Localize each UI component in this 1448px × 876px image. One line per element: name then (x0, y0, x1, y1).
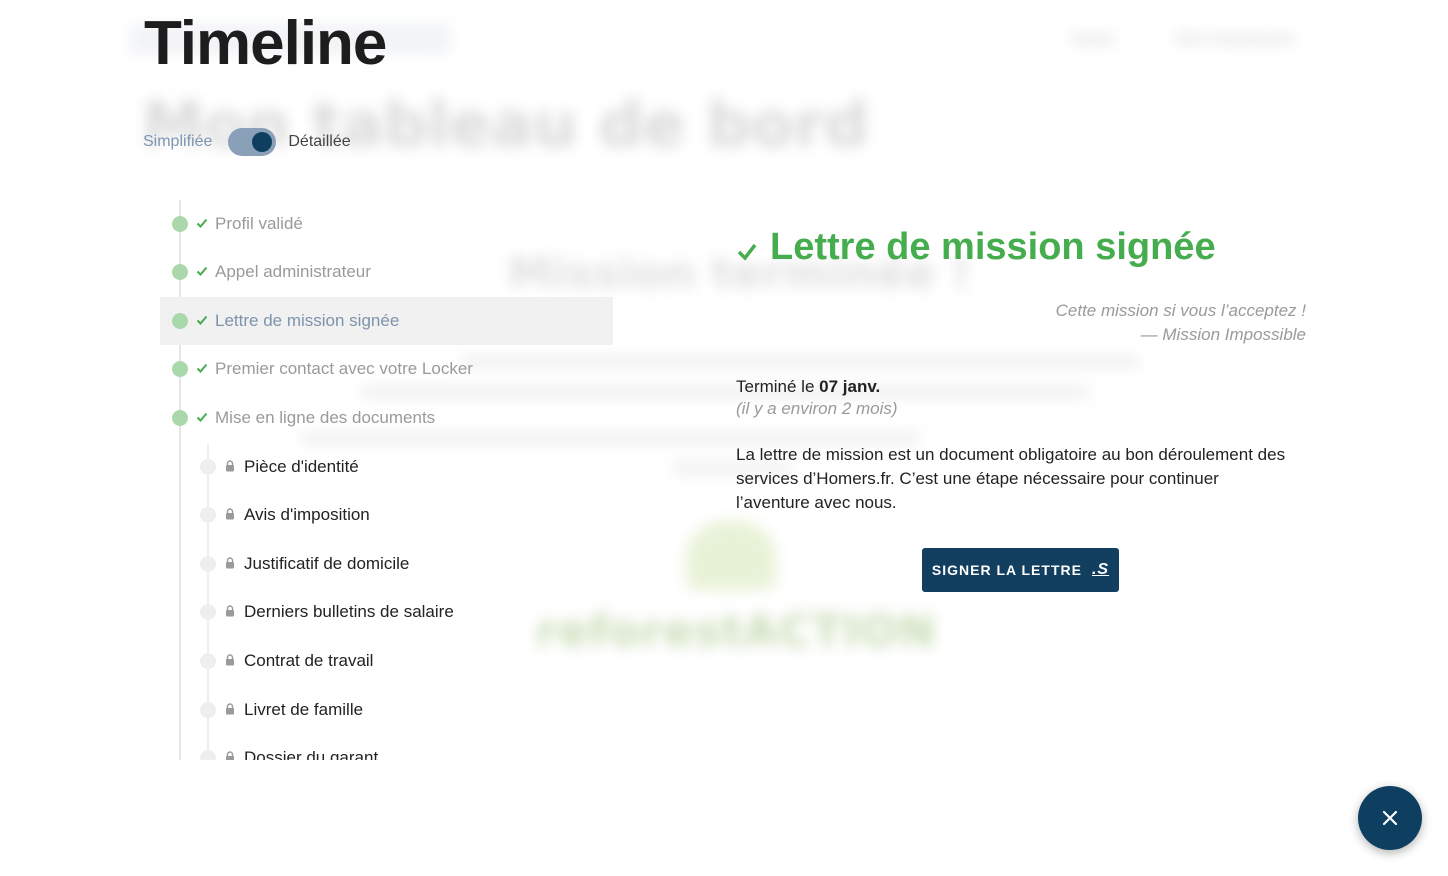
step-detail-panel: Lettre de mission signée Cette mission s… (736, 226, 1306, 592)
lock-icon (226, 460, 234, 472)
step-locked-dot (200, 556, 216, 572)
step-locked-dot (200, 653, 216, 669)
sign-letter-button[interactable]: SIGNER LA LETTRE .S (922, 548, 1119, 592)
page-title: Timeline (144, 9, 387, 78)
completion-date: Terminé le 07 janv. (736, 377, 1306, 397)
step-done-dot (172, 361, 188, 377)
timeline-step-premier-contact[interactable]: Premier contact avec votre Locker (160, 345, 613, 393)
timeline-overlay: Timeline Simplifiée Détaillée Profil val… (0, 0, 1448, 876)
step-label: Profil validé (215, 214, 303, 233)
view-toggle: Simplifiée Détaillée (143, 128, 351, 156)
step-label: Lettre de mission signée (215, 311, 400, 330)
timeline-step-lettre-de-mission[interactable]: Lettre de mission signée (160, 297, 613, 345)
step-locked-dot (200, 459, 216, 475)
timeline-step-profil-valide[interactable]: Profil validé (160, 200, 613, 248)
step-done-dot (172, 264, 188, 280)
switch-knob (252, 132, 273, 152)
step-done-dot (172, 410, 188, 426)
view-mode-switch[interactable] (228, 128, 277, 156)
step-done-dot (172, 313, 188, 329)
completion-prefix: Terminé le (736, 377, 815, 396)
timeline-step-appel-administrateur[interactable]: Appel administrateur (160, 248, 613, 296)
lock-icon (226, 751, 234, 760)
toggle-label-detailed[interactable]: Détaillée (288, 133, 350, 151)
step-label: Appel administrateur (215, 262, 371, 281)
document-label: Dossier du garant (244, 748, 379, 760)
check-icon (196, 363, 208, 373)
close-icon (1382, 810, 1398, 826)
detail-description: La lettre de mission est un document obl… (736, 445, 1286, 512)
document-label: Avis d'imposition (244, 505, 370, 524)
lock-icon (226, 508, 234, 520)
detail-quote: Cette mission si vous l’acceptez ! — Mis… (736, 299, 1306, 347)
document-label: Pièce d'identité (244, 457, 359, 476)
signature-icon: .S (1091, 561, 1110, 578)
check-icon (196, 266, 208, 276)
timeline-doc-piece-identite[interactable]: Pièce d'identité (160, 443, 613, 491)
toggle-label-simplified[interactable]: Simplifiée (143, 133, 212, 151)
check-icon (737, 243, 757, 261)
step-locked-dot (200, 604, 216, 620)
step-done-dot (172, 216, 188, 232)
check-icon (196, 412, 208, 422)
timeline-doc-bulletins-salaire[interactable]: Derniers bulletins de salaire (160, 588, 613, 636)
completion-date-value: 07 janv. (819, 377, 881, 396)
step-locked-dot (200, 750, 216, 760)
sign-letter-label: SIGNER LA LETTRE (931, 562, 1082, 578)
completion-relative-time: (il y a environ 2 mois) (736, 399, 898, 418)
step-label: Premier contact avec votre Locker (215, 359, 473, 378)
timeline-list: Profil validé Appel administrateur Lettr… (160, 200, 613, 760)
step-label: Mise en ligne des documents (215, 408, 436, 427)
lock-icon (226, 654, 234, 666)
step-locked-dot (200, 507, 216, 523)
quote-text: Cette mission si vous l’acceptez ! (1055, 301, 1306, 320)
lock-icon (226, 605, 234, 617)
timeline-doc-dossier-garant[interactable]: Dossier du garant (160, 734, 613, 760)
step-locked-dot (200, 702, 216, 718)
document-label: Contrat de travail (244, 651, 374, 670)
close-timeline-button[interactable] (1358, 786, 1422, 850)
timeline-doc-justificatif-domicile[interactable]: Justificatif de domicile (160, 540, 613, 588)
quote-author: — Mission Impossible (1140, 325, 1306, 344)
document-label: Livret de famille (244, 700, 364, 719)
check-icon (196, 218, 208, 228)
document-label: Derniers bulletins de salaire (244, 602, 454, 621)
timeline-doc-livret-famille[interactable]: Livret de famille (160, 686, 613, 734)
document-label: Justificatif de domicile (244, 554, 410, 573)
timeline-doc-avis-imposition[interactable]: Avis d'imposition (160, 491, 613, 539)
lock-icon (226, 557, 234, 569)
lock-icon (226, 703, 234, 715)
detail-title-text: Lettre de mission signée (770, 226, 1216, 268)
check-icon (196, 315, 208, 325)
timeline-doc-contrat-travail[interactable]: Contrat de travail (160, 637, 613, 685)
detail-title: Lettre de mission signée (736, 226, 1306, 269)
timeline-step-mise-en-ligne[interactable]: Mise en ligne des documents (160, 394, 613, 442)
